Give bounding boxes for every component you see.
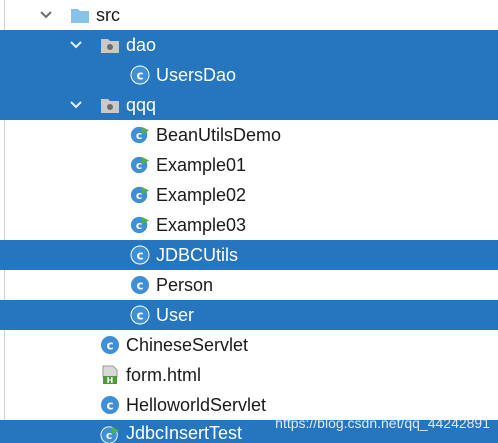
chevron-down-icon[interactable]	[68, 97, 84, 113]
tree-row-label: UsersDao	[156, 65, 237, 85]
tree-row-beanutilsdemo[interactable]: c BeanUtilsDemo	[0, 120, 498, 150]
tree-row-src[interactable]: src	[0, 0, 498, 30]
chevron-down-icon[interactable]	[68, 37, 84, 53]
tree-row-label: HelloworldServlet	[126, 395, 267, 415]
tree-row-person[interactable]: c Person	[0, 270, 498, 300]
chevron-down-icon[interactable]	[38, 7, 54, 23]
package-icon	[100, 35, 120, 55]
runnable-class-icon: c	[130, 155, 150, 175]
svg-text:c: c	[136, 219, 142, 232]
tree-row-label: Example03	[156, 215, 247, 235]
runnable-class-icon: c	[130, 125, 150, 145]
svg-text:c: c	[136, 189, 142, 202]
tree-row-example03[interactable]: c Example03	[0, 210, 498, 240]
tree-row-chineseservlet[interactable]: c ChineseServlet	[0, 330, 498, 360]
svg-text:H: H	[107, 376, 114, 385]
java-class-icon: c	[100, 395, 120, 415]
tree-row-form-html[interactable]: H form.html	[0, 360, 498, 390]
svg-text:c: c	[106, 339, 113, 353]
svg-text:c: c	[136, 129, 142, 142]
svg-text:c: c	[106, 429, 112, 442]
tree-row-label: User	[156, 305, 195, 325]
tree-row-label: JDBCUtils	[156, 245, 239, 265]
svg-text:c: c	[136, 159, 142, 172]
tree-row-example02[interactable]: c Example02	[0, 180, 498, 210]
source-folder-icon	[70, 5, 90, 25]
package-icon	[100, 95, 120, 115]
tree-row-label: Person	[156, 275, 214, 295]
tree-row-label: form.html	[126, 365, 202, 385]
svg-text:c: c	[136, 279, 143, 293]
tree-row-label: BeanUtilsDemo	[156, 125, 282, 145]
java-class-icon: c	[130, 245, 150, 265]
java-class-icon: c	[130, 275, 150, 295]
java-class-icon: c	[100, 335, 120, 355]
svg-text:c: c	[136, 69, 143, 83]
watermark-url: https://blog.csdn.net/qq_44242891	[275, 415, 490, 431]
runnable-class-icon: c	[100, 425, 120, 443]
svg-text:c: c	[136, 249, 143, 263]
java-class-icon: c	[130, 65, 150, 85]
tree-row-label: JdbcInsertTest	[126, 423, 243, 443]
project-tree: src dao c UsersDao qqq c BeanUtilsDemo c…	[0, 0, 498, 443]
svg-text:c: c	[106, 399, 113, 413]
tree-row-label: Example02	[156, 185, 247, 205]
svg-text:c: c	[136, 309, 143, 323]
tree-row-label: dao	[126, 35, 157, 55]
tree-row-example01[interactable]: c Example01	[0, 150, 498, 180]
tree-row-dao[interactable]: dao	[0, 30, 498, 60]
tree-row-label: ChineseServlet	[126, 335, 249, 355]
html-file-icon: H	[100, 365, 120, 385]
tree-row-jdbcutils[interactable]: c JDBCUtils	[0, 240, 498, 270]
java-class-icon: c	[130, 305, 150, 325]
tree-row-user[interactable]: c User	[0, 300, 498, 330]
runnable-class-icon: c	[130, 215, 150, 235]
tree-row-label: qqq	[126, 95, 157, 115]
tree-row-label: Example01	[156, 155, 247, 175]
tree-row-qqq[interactable]: qqq	[0, 90, 498, 120]
tree-row-usersdao[interactable]: c UsersDao	[0, 60, 498, 90]
runnable-class-icon: c	[130, 185, 150, 205]
tree-row-label: src	[96, 5, 120, 25]
